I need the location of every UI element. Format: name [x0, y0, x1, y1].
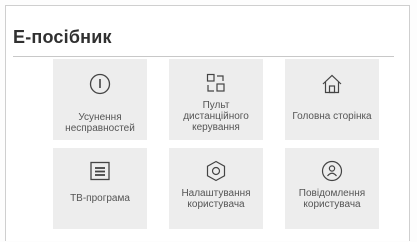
tile-user-notifications[interactable]: Повідомлення користувача — [285, 148, 379, 229]
home-icon — [320, 72, 344, 96]
title-divider — [13, 56, 394, 57]
tile-troubleshooting[interactable]: Усунення несправностей — [53, 59, 147, 140]
tile-label: Усунення несправностей — [65, 112, 135, 134]
tile-label: Налаштування користувача — [181, 188, 251, 210]
tile-home-page[interactable]: Головна сторінка — [285, 59, 379, 140]
remote-buttons-icon — [204, 71, 228, 95]
tile-label: Повідомлення користувача — [298, 188, 366, 210]
tile-user-settings[interactable]: Налаштування користувача — [169, 148, 263, 229]
page-title: Е-посібник — [13, 27, 112, 47]
tile-label: Головна сторінка — [292, 111, 372, 122]
user-circle-icon — [320, 159, 344, 183]
tile-label: ТВ-програма — [70, 193, 130, 204]
tile-remote-control[interactable]: Пульт дистанційного керування — [169, 59, 263, 140]
settings-hexagon-icon — [204, 159, 228, 183]
info-circle-icon — [88, 72, 112, 96]
tile-label: Пульт дистанційного керування — [183, 100, 249, 133]
tv-guide-list-icon — [88, 159, 112, 183]
tile-tv-guide[interactable]: ТВ-програма — [53, 148, 147, 229]
